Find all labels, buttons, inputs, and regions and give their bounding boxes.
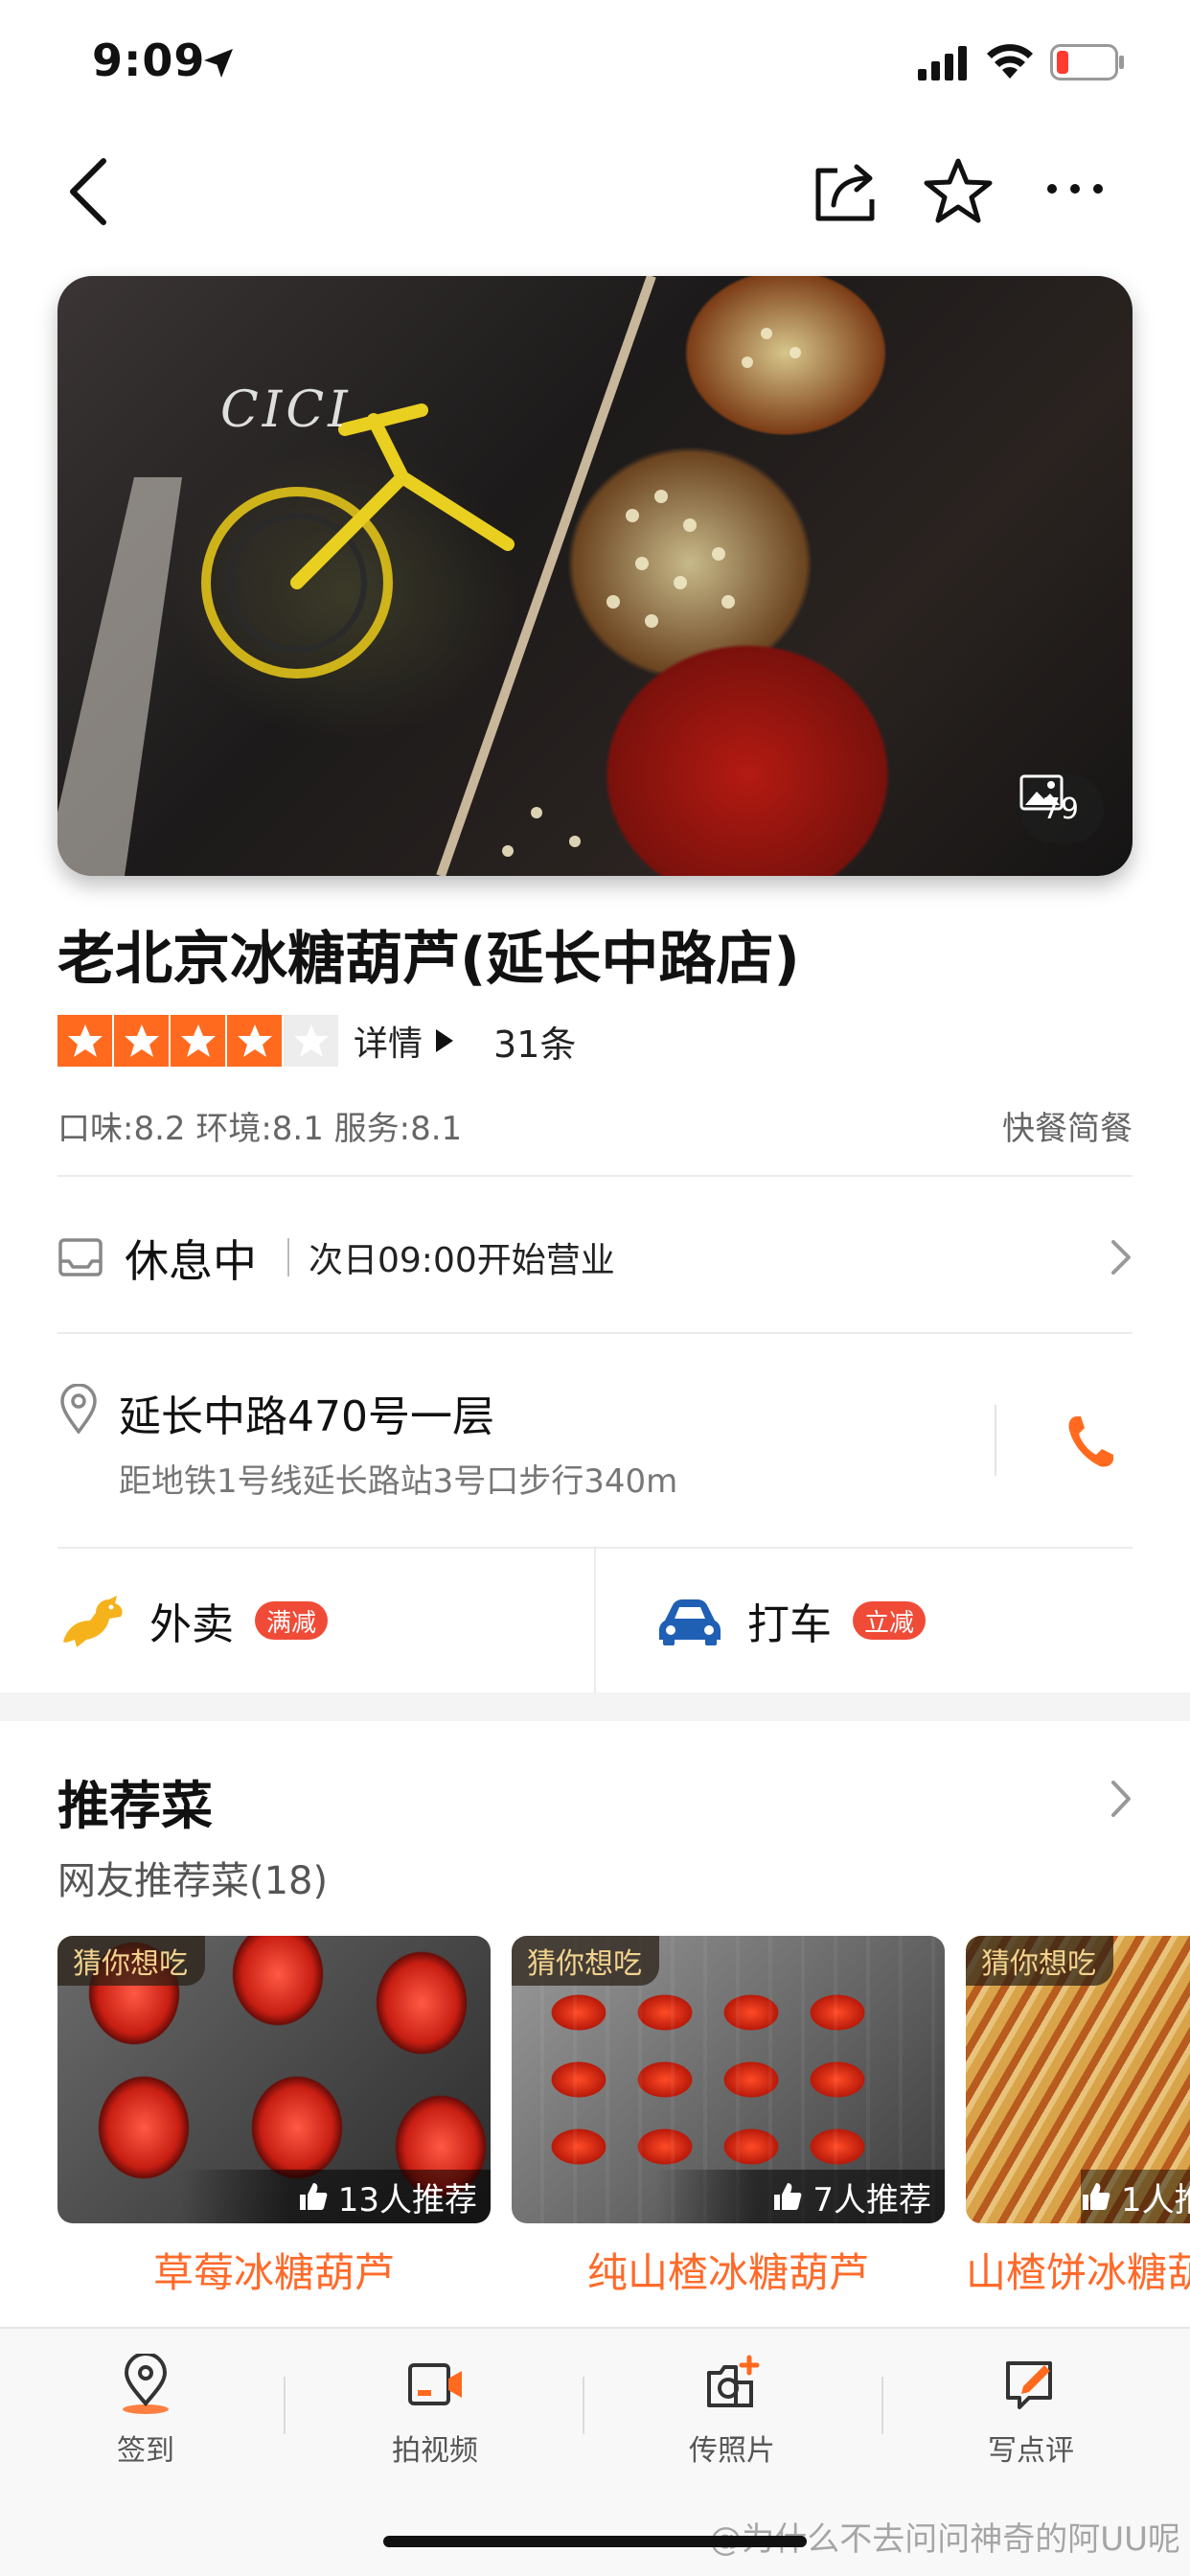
more-options-icon[interactable] <box>1044 174 1106 203</box>
chevron-right-icon <box>1111 1240 1131 1275</box>
rating-row: 详情 31条 <box>57 1014 576 1068</box>
thumbs-up-icon <box>774 2183 802 2210</box>
address-distance: 距地铁1号线延长路站3号口步行340m <box>119 1462 678 1501</box>
divider <box>57 1175 1133 1177</box>
dish-card[interactable]: 猜你想吃 7人推荐 纯山楂冰糖葫芦 <box>512 1936 945 2300</box>
dish-photo: 猜你想吃 7人推荐 <box>512 1936 945 2223</box>
service-dache-badge: 立减 <box>853 1601 927 1640</box>
tab-separator <box>881 2377 883 2434</box>
tab-checkin[interactable]: 签到 <box>50 2354 241 2469</box>
dish-likes: 7人推荐 <box>655 2170 945 2223</box>
nav-bar <box>0 134 1190 249</box>
address-separator <box>995 1405 996 1476</box>
photo-count-badge[interactable]: 79 <box>1018 774 1104 843</box>
tab-photo-label: 传照片 <box>689 2434 775 2468</box>
dish-likes-text: 1人推荐 <box>1121 2180 1190 2220</box>
tab-video[interactable]: 拍视频 <box>339 2354 531 2469</box>
write-review-icon <box>1006 2361 1052 2409</box>
thumbs-up-icon <box>1083 2183 1110 2210</box>
star-filled-icon <box>171 1015 225 1067</box>
shop-category: 快餐简餐 <box>1002 1110 1133 1148</box>
review-count[interactable]: 31条 <box>493 1015 576 1068</box>
star-filled-icon <box>227 1015 282 1067</box>
video-camera-icon <box>408 2363 462 2405</box>
gallery-icon <box>1019 774 1064 811</box>
checkin-pin-icon <box>123 2354 169 2414</box>
shop-hero-photo[interactable]: CICI 79 <box>57 276 1133 876</box>
dish-card[interactable]: 猜你想吃 1人推荐 山楂饼冰糖葫芦 <box>966 1936 1190 2300</box>
car-icon <box>659 1599 721 1645</box>
chevron-right-icon[interactable] <box>1110 1779 1133 1819</box>
phone-icon[interactable] <box>1064 1413 1117 1470</box>
dish-tag: 猜你想吃 <box>57 1936 205 1986</box>
dish-card[interactable]: 猜你想吃 13人推荐 草莓冰糖葫芦 <box>57 1936 491 2300</box>
dish-name: 草莓冰糖葫芦 <box>152 2249 395 2296</box>
service-waimai-badge: 满减 <box>255 1601 329 1640</box>
triangle-right-icon <box>436 1029 454 1052</box>
hours-status: 休息中 <box>125 1235 257 1287</box>
battery-low-icon <box>1050 44 1124 80</box>
service-row: 外卖 满减 打车 立减 <box>0 1549 1190 1692</box>
back-arrow-icon[interactable] <box>61 155 115 228</box>
tab-separator <box>583 2377 584 2434</box>
wifi-icon <box>987 44 1033 79</box>
dish-likes-text: 13人推荐 <box>337 2180 477 2220</box>
recommend-title[interactable]: 推荐菜 <box>57 1763 213 1839</box>
shop-title: 老北京冰糖葫芦(延长中路店) <box>57 926 800 993</box>
star-rating <box>57 1015 338 1067</box>
recommend-subtitle: 网友推荐菜(18) <box>57 1859 329 1903</box>
share-icon[interactable] <box>811 157 880 226</box>
dish-tag: 猜你想吃 <box>966 1936 1113 1986</box>
rating-detail-link[interactable]: 详情 <box>354 1016 454 1066</box>
dish-name: 纯山楂冰糖葫芦 <box>586 2249 869 2296</box>
cellular-signal-icon <box>918 46 967 80</box>
photo-watermark: CICI <box>220 381 352 439</box>
tab-photo[interactable]: 传照片 <box>636 2354 828 2469</box>
dish-photo: 猜你想吃 13人推荐 <box>57 1936 491 2223</box>
business-hours-row[interactable]: 休息中 次日09:00开始营业 <box>0 1179 1190 1332</box>
tab-video-label: 拍视频 <box>392 2434 478 2468</box>
dish-likes: 1人推荐 <box>1081 2170 1190 2223</box>
address-row[interactable]: 延长中路470号一层 距地铁1号线延长路站3号口步行340m <box>0 1334 1190 1547</box>
tab-checkin-label: 签到 <box>117 2434 174 2468</box>
star-filled-icon <box>114 1015 169 1067</box>
service-dache-label: 打车 <box>747 1600 832 1649</box>
location-arrow-icon <box>204 49 233 78</box>
home-indicator[interactable] <box>383 2536 807 2547</box>
service-waimai[interactable]: 外卖 满减 <box>57 1587 329 1654</box>
dish-tag: 猜你想吃 <box>512 1936 659 1986</box>
detail-label: 详情 <box>354 1024 423 1064</box>
service-dache[interactable]: 打车 立减 <box>655 1587 927 1654</box>
storefront-icon <box>58 1238 103 1276</box>
star-empty-icon <box>284 1015 338 1067</box>
recommended-dish-list: 猜你想吃 13人推荐 草莓冰糖葫芦 猜你想吃 7人推荐 纯山楂冰糖葫芦 猜你想吃… <box>57 1936 1190 2300</box>
service-waimai-label: 外卖 <box>149 1600 234 1649</box>
hours-separator <box>287 1238 289 1276</box>
thumbs-up-icon <box>299 2183 328 2210</box>
hero-photo-art <box>57 276 801 876</box>
dish-photo: 猜你想吃 1人推荐 <box>966 1936 1190 2223</box>
dish-likes: 13人推荐 <box>180 2170 491 2223</box>
status-bar: 9:09 <box>0 0 1190 126</box>
dish-likes-text: 7人推荐 <box>812 2180 931 2220</box>
location-pin-icon <box>60 1384 97 1434</box>
tab-separator <box>284 2377 286 2434</box>
dish-name: 山楂饼冰糖葫芦 <box>966 2249 1190 2296</box>
service-separator <box>594 1549 596 1692</box>
tab-review-label: 写点评 <box>988 2434 1074 2468</box>
kangaroo-delivery-icon <box>63 1596 123 1647</box>
address-line: 延长中路470号一层 <box>119 1392 494 1441</box>
sub-scores: 口味:8.2 环境:8.1 服务:8.1 <box>57 1110 463 1148</box>
upload-photo-icon <box>707 2355 760 2407</box>
section-gap <box>0 1692 1190 1721</box>
favorite-star-icon[interactable] <box>922 155 995 228</box>
hours-next-open: 次日09:00开始营业 <box>309 1241 615 1280</box>
status-time: 9:09 <box>92 34 206 86</box>
star-filled-icon <box>57 1015 112 1067</box>
tab-review[interactable]: 写点评 <box>935 2354 1127 2469</box>
